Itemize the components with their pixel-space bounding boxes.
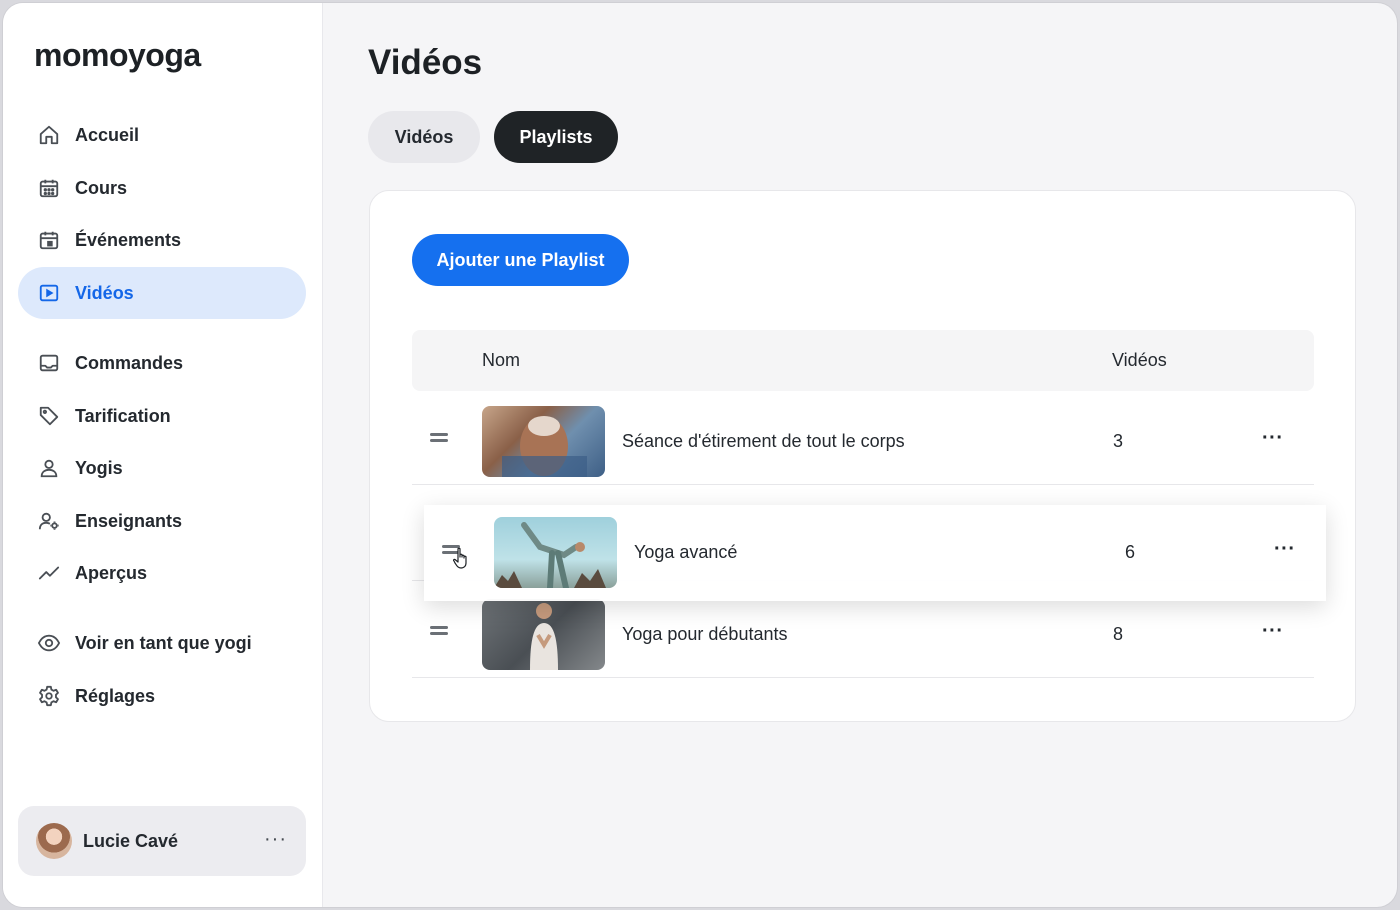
sidebar-item-enseignants[interactable]: Enseignants	[18, 495, 306, 547]
playlist-name: Yoga pour débutants	[622, 624, 788, 644]
playlist-video-count: 6	[1125, 542, 1136, 562]
sidebar-item-label: Aperçus	[75, 562, 148, 583]
tab-videos[interactable]: Vidéos	[368, 111, 480, 163]
sidebar-item-tarification[interactable]: Tarification	[18, 390, 306, 442]
calendar-event-icon	[37, 228, 61, 252]
avatar	[36, 823, 72, 859]
logo: momoyoga	[34, 37, 201, 73]
app-window: momoyoga Accueil Cours Événements Vidéos	[3, 3, 1397, 907]
user-more-icon[interactable]: ···	[264, 828, 287, 851]
playlists-card: Ajouter une Playlist Nom Vidéos Séance d…	[369, 190, 1356, 722]
playlist-video-count: 8	[1113, 624, 1124, 644]
sidebar-item-label: Voir en tant que yogi	[75, 632, 252, 653]
inbox-icon	[37, 351, 61, 375]
sidebar-item-accueil[interactable]: Accueil	[18, 109, 306, 161]
drag-handle-icon[interactable]	[430, 626, 448, 635]
add-playlist-button[interactable]: Ajouter une Playlist	[412, 234, 629, 286]
sidebar-item-label: Réglages	[75, 685, 156, 706]
user-name: Lucie Cavé	[83, 831, 179, 851]
gear-icon	[37, 684, 61, 708]
home-icon	[37, 123, 61, 147]
sidebar-item-label: Cours	[75, 177, 128, 198]
video-icon	[37, 281, 61, 305]
user-settings-icon	[37, 509, 61, 533]
more-options-icon[interactable]: ···	[1274, 538, 1295, 561]
sidebar-item-label: Accueil	[75, 124, 140, 145]
sidebar-item-cours[interactable]: Cours	[18, 162, 306, 214]
sidebar-item-videos[interactable]: Vidéos	[18, 267, 306, 319]
user-icon	[37, 456, 61, 480]
user-card[interactable]: Lucie Cavé ···	[18, 806, 306, 876]
playlist-thumbnail	[482, 599, 605, 670]
sidebar-item-yogis[interactable]: Yogis	[18, 442, 306, 494]
table-row[interactable]: Séance d'étirement de tout le corps 3 ··…	[412, 393, 1314, 485]
sidebar-item-reglages[interactable]: Réglages	[18, 670, 306, 722]
sidebar-item-label: Événements	[75, 229, 182, 250]
drag-handle-icon[interactable]	[430, 433, 448, 442]
tag-icon	[37, 404, 61, 428]
main-content: Vidéos Vidéos Playlists Ajouter une Play…	[324, 3, 1397, 907]
calendar-grid-icon	[37, 176, 61, 200]
more-options-icon[interactable]: ···	[1262, 427, 1283, 450]
eye-icon	[37, 631, 61, 655]
sidebar-item-label: Vidéos	[75, 282, 134, 303]
sidebar-item-label: Commandes	[75, 352, 184, 373]
sidebar-item-evenements[interactable]: Événements	[18, 214, 306, 266]
grab-cursor-icon	[452, 547, 467, 569]
page-title: Vidéos	[368, 43, 483, 82]
column-header-videos[interactable]: Vidéos	[1112, 350, 1167, 371]
more-options-icon[interactable]: ···	[1262, 620, 1283, 643]
sidebar-item-label: Tarification	[75, 405, 171, 426]
sidebar-item-apercus[interactable]: Aperçus	[18, 547, 306, 599]
playlist-name: Séance d'étirement de tout le corps	[622, 431, 905, 451]
sidebar-item-commandes[interactable]: Commandes	[18, 337, 306, 389]
playlist-video-count: 3	[1113, 431, 1124, 451]
tab-playlists[interactable]: Playlists	[494, 111, 618, 163]
sidebar-item-label: Enseignants	[75, 510, 183, 531]
sidebar: momoyoga Accueil Cours Événements Vidéos	[3, 3, 323, 907]
sidebar-item-label: Yogis	[75, 457, 123, 478]
table-header: Nom Vidéos	[412, 330, 1314, 391]
dragged-table-row[interactable]: Yoga avancé 6 ···	[424, 505, 1326, 601]
playlist-thumbnail	[494, 517, 617, 588]
playlist-thumbnail	[482, 406, 605, 477]
column-header-name[interactable]: Nom	[482, 350, 520, 371]
playlist-name: Yoga avancé	[634, 542, 738, 562]
sidebar-item-voir-en-tant-que-yogi[interactable]: Voir en tant que yogi	[18, 617, 306, 669]
trend-line-icon	[37, 561, 61, 585]
